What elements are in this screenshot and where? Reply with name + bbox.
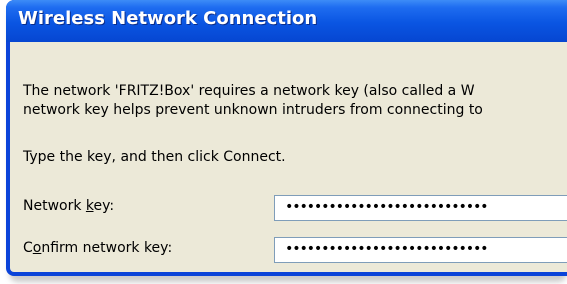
confirm-key-label-post: nfirm network key:: [41, 240, 173, 256]
network-key-label-post: ey:: [93, 198, 115, 214]
network-key-field[interactable]: ••••••••••••••••••••••••••••: [274, 195, 567, 221]
dialog-window: Wireless Network Connection The network …: [6, 0, 567, 276]
title-bar[interactable]: Wireless Network Connection: [6, 0, 567, 42]
instruction-text: Type the key, and then click Connect.: [23, 149, 286, 165]
dialog-body: The network 'FRITZ!Box' requires a netwo…: [10, 42, 567, 272]
confirm-key-label-pre: C: [23, 240, 33, 256]
confirm-key-label: Confirm network key:: [23, 240, 172, 256]
confirm-key-masked-value: ••••••••••••••••••••••••••••: [285, 241, 489, 257]
message-line-1: The network 'FRITZ!Box' requires a netwo…: [23, 83, 475, 99]
network-key-label-pre: Network: [23, 198, 86, 214]
confirm-key-field[interactable]: ••••••••••••••••••••••••••••: [274, 237, 567, 263]
message-line-2: network key helps prevent unknown intrud…: [23, 102, 483, 118]
window-title: Wireless Network Connection: [18, 8, 318, 29]
network-key-masked-value: ••••••••••••••••••••••••••••: [285, 199, 489, 215]
network-key-label-accesskey: k: [85, 198, 94, 214]
network-key-label: Network key:: [23, 198, 114, 214]
